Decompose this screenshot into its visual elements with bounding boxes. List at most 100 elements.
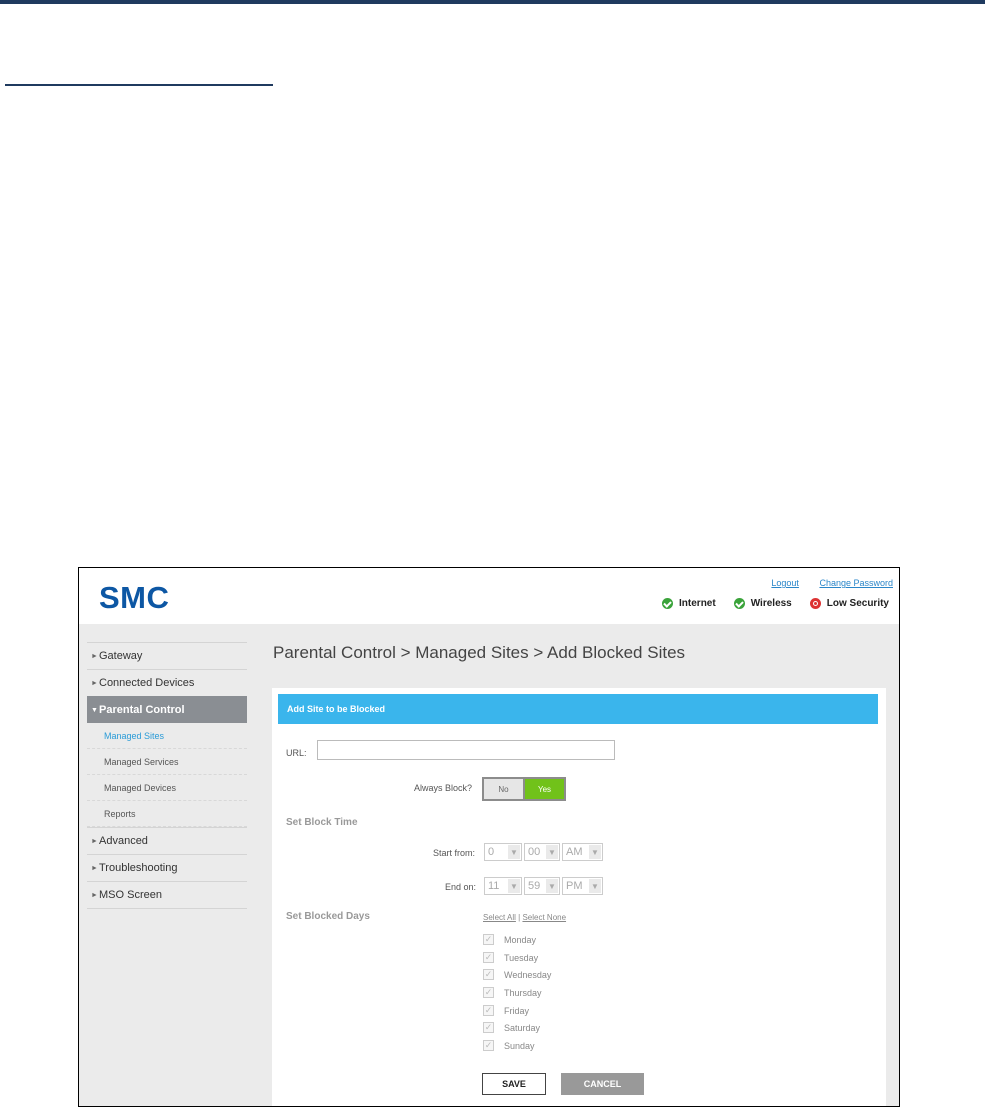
chevron-down-icon: ▼: [508, 845, 520, 859]
heading-underline: [5, 84, 273, 86]
check-icon: [662, 598, 674, 609]
sidebar-item-label: Gateway: [99, 650, 143, 662]
sidebar-subitem-managed-services[interactable]: Managed Services: [87, 749, 247, 775]
always-block-label: Always Block?: [414, 783, 473, 793]
select-links: Select All | Select None: [483, 913, 566, 922]
page-top-rule: [0, 0, 985, 4]
end-minute-value: 59: [528, 880, 541, 892]
sidebar-item-label: Advanced: [99, 835, 148, 847]
sidebar-subitem-reports[interactable]: Reports: [87, 801, 247, 827]
day-label: Saturday: [504, 1022, 541, 1033]
panel-header: Add Site to be Blocked: [278, 694, 878, 724]
blocked-days-heading: Set Blocked Days: [286, 911, 370, 922]
chevron-down-icon: ▼: [508, 879, 520, 893]
checkbox-sunday[interactable]: ✓: [483, 1040, 494, 1051]
start-hour-value: 0: [488, 846, 495, 858]
day-label: Sunday: [504, 1040, 535, 1051]
arrow-right-icon: ►: [91, 891, 98, 899]
checkbox-saturday[interactable]: ✓: [483, 1022, 494, 1033]
sidebar-item-connected-devices[interactable]: ► Connected Devices: [87, 669, 247, 696]
start-minute-value: 00: [528, 846, 541, 858]
block-time-heading: Set Block Time: [286, 817, 358, 828]
check-icon: [733, 598, 745, 609]
select-all-link[interactable]: Select All: [483, 913, 516, 922]
status-security: Low Security: [809, 598, 889, 609]
end-hour-value: 11: [488, 880, 500, 892]
status-label: Low Security: [826, 598, 889, 609]
day-row: ✓ Tuesday: [483, 952, 538, 963]
day-label: Monday: [504, 934, 537, 945]
day-row: ✓ Sunday: [483, 1040, 535, 1051]
sidebar-item-advanced[interactable]: ► Advanced: [87, 827, 247, 854]
day-row: ✓ Saturday: [483, 1022, 540, 1033]
form-panel: Add Site to be Blocked URL: Always Block…: [272, 688, 886, 1106]
url-label: URL:: [286, 748, 307, 758]
toggle-yes-option[interactable]: Yes: [525, 779, 564, 799]
start-from-label: Start from:: [433, 848, 476, 858]
day-label: Thursday: [504, 987, 542, 998]
start-ampm-value: AM: [566, 846, 583, 858]
checkbox-tuesday[interactable]: ✓: [483, 952, 494, 963]
select-separator: |: [518, 913, 521, 922]
sidebar-item-label: Troubleshooting: [99, 862, 178, 874]
status-label: Internet: [679, 598, 716, 609]
status-label: Wireless: [750, 598, 792, 609]
sidebar: ► Gateway ► Connected Devices ▼ Parental…: [87, 642, 247, 909]
header: SMC Logout Change Password Internet Wire…: [79, 568, 899, 624]
sidebar-item-label: Connected Devices: [99, 677, 195, 689]
day-row: ✓ Wednesday: [483, 969, 551, 980]
day-label: Tuesday: [504, 952, 539, 963]
chevron-down-icon: ▼: [546, 879, 558, 893]
url-input[interactable]: [317, 740, 615, 760]
day-label: Wednesday: [504, 969, 552, 980]
status-bar: Internet Wireless Low Security: [662, 598, 889, 609]
select-none-link[interactable]: Select None: [522, 913, 566, 922]
end-ampm-value: PM: [566, 880, 583, 892]
sidebar-item-troubleshooting[interactable]: ► Troubleshooting: [87, 854, 247, 881]
start-ampm-select[interactable]: AM ▼: [562, 843, 603, 861]
day-row: ✓ Monday: [483, 934, 536, 945]
router-ui-screenshot: SMC Logout Change Password Internet Wire…: [78, 567, 900, 1107]
arrow-down-icon: ▼: [91, 706, 98, 714]
sidebar-item-gateway[interactable]: ► Gateway: [87, 642, 247, 669]
checkbox-friday[interactable]: ✓: [483, 1005, 494, 1016]
chevron-down-icon: ▼: [589, 879, 601, 893]
sidebar-subitem-managed-devices[interactable]: Managed Devices: [87, 775, 247, 801]
sidebar-item-label: MSO Screen: [99, 889, 162, 901]
status-internet: Internet: [662, 598, 716, 609]
cancel-button[interactable]: CANCEL: [561, 1073, 644, 1095]
sidebar-divider: [87, 908, 247, 909]
sidebar-item-label: Parental Control: [99, 704, 185, 716]
top-links: Logout Change Password: [753, 578, 893, 588]
end-on-label: End on:: [445, 882, 477, 892]
arrow-right-icon: ►: [91, 837, 98, 845]
sidebar-item-parental-control[interactable]: ▼ Parental Control: [87, 696, 247, 723]
day-row: ✓ Thursday: [483, 987, 542, 998]
status-wireless: Wireless: [733, 598, 792, 609]
change-password-link[interactable]: Change Password: [819, 578, 893, 588]
day-label: Friday: [504, 1005, 530, 1016]
arrow-right-icon: ►: [91, 652, 98, 660]
save-button[interactable]: SAVE: [482, 1073, 546, 1095]
end-minute-select[interactable]: 59 ▼: [524, 877, 560, 895]
sidebar-item-mso-screen[interactable]: ► MSO Screen: [87, 881, 247, 908]
start-hour-select[interactable]: 0 ▼: [484, 843, 522, 861]
chevron-down-icon: ▼: [546, 845, 558, 859]
page-title: Parental Control > Managed Sites > Add B…: [273, 643, 686, 662]
end-ampm-select[interactable]: PM ▼: [562, 877, 603, 895]
checkbox-wednesday[interactable]: ✓: [483, 969, 494, 980]
toggle-no-option[interactable]: No: [484, 779, 523, 799]
checkbox-monday[interactable]: ✓: [483, 934, 494, 945]
arrow-right-icon: ►: [91, 679, 98, 687]
logo: SMC: [99, 580, 170, 615]
arrow-right-icon: ►: [91, 864, 98, 872]
start-minute-select[interactable]: 00 ▼: [524, 843, 560, 861]
sidebar-subitem-managed-sites[interactable]: Managed Sites: [87, 723, 247, 749]
logout-link[interactable]: Logout: [771, 578, 799, 588]
chevron-down-icon: ▼: [589, 845, 601, 859]
checkbox-thursday[interactable]: ✓: [483, 987, 494, 998]
warning-icon: [809, 598, 821, 609]
always-block-toggle[interactable]: No Yes: [482, 777, 566, 801]
end-hour-select[interactable]: 11 ▼: [484, 877, 522, 895]
day-row: ✓ Friday: [483, 1005, 529, 1016]
